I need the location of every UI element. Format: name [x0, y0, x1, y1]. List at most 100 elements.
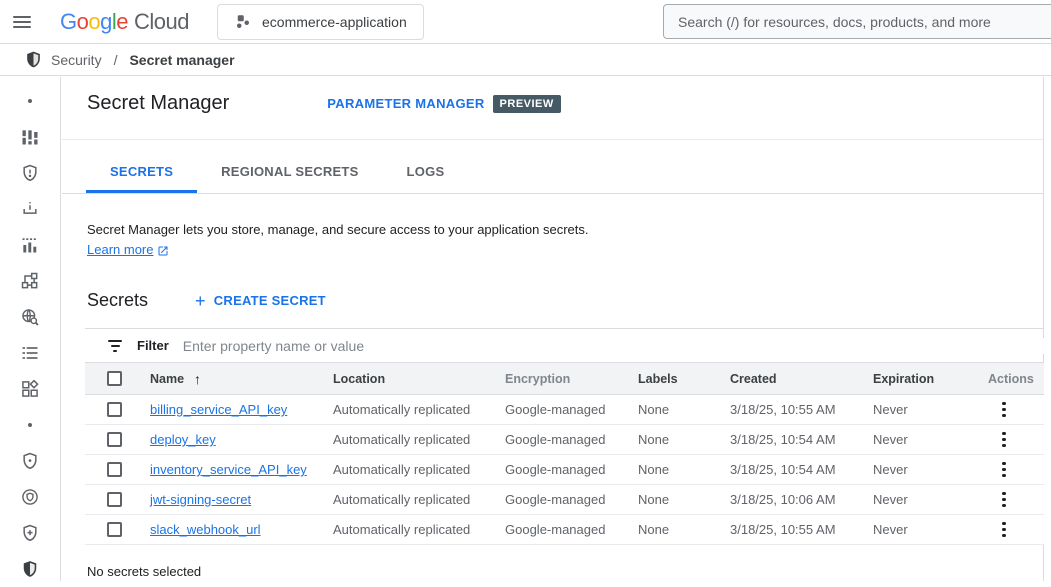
page-header: Secret Manager PARAMETER MANAGER PREVIEW — [62, 77, 1043, 117]
row-checkbox[interactable] — [107, 432, 122, 447]
row-actions-menu-icon[interactable] — [990, 458, 1018, 482]
cell-location: Automatically replicated — [333, 402, 505, 417]
category-icon — [20, 379, 40, 399]
secret-name-link[interactable]: inventory_service_API_key — [150, 462, 307, 477]
main-content: Secret Manager PARAMETER MANAGER PREVIEW… — [62, 77, 1044, 581]
description-text: Secret Manager lets you store, manage, a… — [87, 220, 1043, 240]
sidebar-item-schema[interactable] — [0, 263, 60, 299]
cell-expiration: Never — [873, 522, 988, 537]
cell-labels: None — [638, 522, 730, 537]
sidebar-item-shield-alert[interactable] — [0, 155, 60, 191]
row-actions-menu-icon[interactable] — [990, 488, 1018, 512]
tab-logs[interactable]: LOGS — [383, 140, 469, 193]
secret-name-link[interactable]: billing_service_API_key — [150, 402, 287, 417]
project-icon — [234, 13, 252, 31]
row-actions-menu-icon[interactable] — [990, 398, 1018, 422]
cell-location: Automatically replicated — [333, 462, 505, 477]
column-header-labels[interactable]: Labels — [638, 372, 730, 386]
cell-expiration: Never — [873, 432, 988, 447]
sidebar-item-analytics[interactable] — [0, 227, 60, 263]
learn-more-link[interactable]: Learn more — [87, 240, 169, 260]
breadcrumb-separator: / — [110, 52, 122, 68]
network-schema-icon — [20, 271, 40, 291]
sidebar-item-findings-list[interactable] — [0, 335, 60, 371]
breadcrumb-section[interactable]: Security — [51, 52, 102, 68]
cell-labels: None — [638, 402, 730, 417]
preview-badge: PREVIEW — [493, 95, 561, 113]
google-cloud-logo[interactable]: Google Cloud — [60, 9, 189, 35]
sidebar-separator-dot — [0, 407, 60, 443]
breadcrumb: Security / Secret manager — [0, 44, 1051, 76]
create-secret-button[interactable]: + CREATE SECRET — [195, 292, 326, 310]
sidebar-nav-rail — [0, 77, 61, 581]
sort-ascending-icon: ↑ — [194, 371, 201, 387]
sidebar-item-shield-plus[interactable] — [0, 515, 60, 551]
sidebar-item-web-security-scanner[interactable] — [0, 299, 60, 335]
secret-name-link[interactable]: slack_webhook_url — [150, 522, 261, 537]
cell-created: 3/18/25, 10:54 AM — [730, 462, 873, 477]
table-row: slack_webhook_url Automatically replicat… — [85, 515, 1044, 545]
logo-cloud-text: Cloud — [134, 9, 189, 35]
secrets-table: Filter Name ↑ Location Encryption Labels… — [85, 328, 1044, 545]
row-actions-menu-icon[interactable] — [990, 518, 1018, 542]
secret-name-link[interactable]: deploy_key — [150, 432, 216, 447]
cell-expiration: Never — [873, 402, 988, 417]
top-app-bar: Google Cloud ecommerce-application — [0, 0, 1051, 44]
shield-plus-icon — [20, 523, 40, 543]
filter-bar[interactable]: Filter — [85, 329, 1044, 363]
hamburger-icon — [13, 13, 31, 31]
secrets-heading: Secrets — [87, 290, 148, 311]
project-selector[interactable]: ecommerce-application — [217, 4, 424, 40]
table-row: billing_service_API_key Automatically re… — [85, 395, 1044, 425]
cell-expiration: Never — [873, 462, 988, 477]
parameter-manager-link[interactable]: PARAMETER MANAGER — [327, 96, 484, 111]
column-header-location[interactable]: Location — [333, 372, 505, 386]
selection-status: No secrets selected — [87, 564, 1043, 579]
sidebar-item-shield-circle[interactable] — [0, 479, 60, 515]
row-checkbox[interactable] — [107, 402, 122, 417]
filter-label: Filter — [137, 338, 169, 353]
shield-circle-icon — [20, 487, 40, 507]
row-checkbox[interactable] — [107, 462, 122, 477]
cell-expiration: Never — [873, 492, 988, 507]
shield-half-icon — [20, 559, 40, 579]
row-checkbox[interactable] — [107, 522, 122, 537]
column-header-expiration[interactable]: Expiration — [873, 372, 988, 386]
tab-secrets[interactable]: SECRETS — [86, 140, 197, 193]
search-input[interactable] — [678, 14, 1046, 30]
app-body: Secret Manager PARAMETER MANAGER PREVIEW… — [0, 77, 1051, 581]
cell-encryption: Google-managed — [505, 492, 638, 507]
column-header-created[interactable]: Created — [730, 372, 873, 386]
external-link-icon — [157, 245, 169, 257]
select-all-checkbox[interactable] — [107, 371, 122, 386]
project-name: ecommerce-application — [262, 14, 407, 30]
security-shield-icon — [24, 50, 43, 69]
global-search[interactable] — [663, 4, 1051, 39]
filter-icon — [107, 340, 123, 352]
sidebar-item-intake[interactable] — [0, 191, 60, 227]
cell-created: 3/18/25, 10:06 AM — [730, 492, 873, 507]
cell-encryption: Google-managed — [505, 462, 638, 477]
page-title: Secret Manager — [87, 92, 229, 115]
tab-regional-secrets[interactable]: REGIONAL SECRETS — [197, 140, 382, 193]
sidebar-item-category[interactable] — [0, 371, 60, 407]
menu-button[interactable] — [0, 0, 44, 44]
column-header-encryption: Encryption — [505, 372, 638, 386]
cell-created: 3/18/25, 10:55 AM — [730, 402, 873, 417]
filter-input[interactable] — [183, 338, 1044, 354]
secret-name-link[interactable]: jwt-signing-secret — [150, 492, 251, 507]
table-row: deploy_key Automatically replicated Goog… — [85, 425, 1044, 455]
row-checkbox[interactable] — [107, 492, 122, 507]
dot-icon — [28, 423, 32, 427]
sidebar-item-shield-dot[interactable] — [0, 443, 60, 479]
sidebar-item-dashboard[interactable] — [0, 119, 60, 155]
dot-icon — [28, 99, 32, 103]
column-header-name[interactable]: Name ↑ — [150, 371, 333, 387]
bulleted-list-icon — [20, 343, 40, 363]
globe-search-icon — [20, 307, 40, 327]
sidebar-separator-dot — [0, 83, 60, 119]
row-actions-menu-icon[interactable] — [990, 428, 1018, 452]
cell-created: 3/18/25, 10:55 AM — [730, 522, 873, 537]
table-row: jwt-signing-secret Automatically replica… — [85, 485, 1044, 515]
sidebar-item-shield-half[interactable] — [0, 551, 60, 587]
